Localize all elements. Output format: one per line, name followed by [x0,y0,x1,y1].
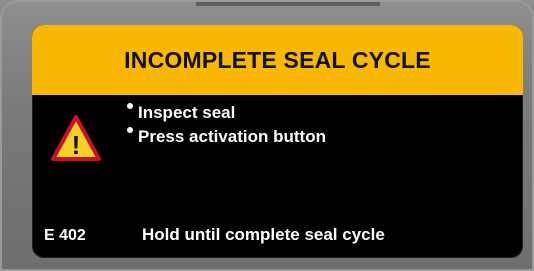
device-bezel: INCOMPLETE SEAL CYCLE ! Inspect seal Pre… [0,0,534,271]
instruction-label: Inspect seal [138,103,236,122]
bezel-top-band [196,0,380,6]
instruction-label: Press activation button [138,127,326,146]
bullet-icon [127,127,133,133]
error-screen: INCOMPLETE SEAL CYCLE ! Inspect seal Pre… [32,25,523,258]
alert-title: INCOMPLETE SEAL CYCLE [124,46,431,73]
alert-banner: INCOMPLETE SEAL CYCLE [32,25,523,95]
instruction-press-activation: Press activation button [127,125,326,149]
warning-exclamation: ! [72,130,81,160]
error-code: E 402 [44,227,86,244]
bullet-icon [127,103,133,109]
instruction-list: Inspect seal Press activation button [127,101,326,149]
instruction-inspect-seal: Inspect seal [127,101,326,125]
hold-message: Hold until complete seal cycle [142,225,385,244]
warning-triangle-icon: ! [51,115,101,161]
